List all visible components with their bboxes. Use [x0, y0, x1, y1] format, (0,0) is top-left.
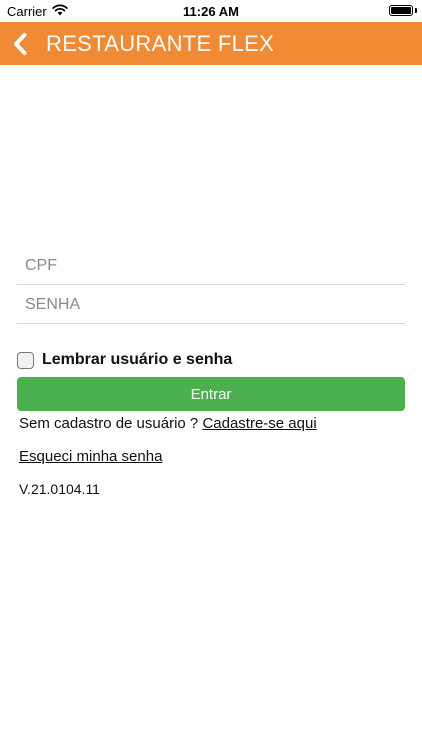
back-button[interactable]	[2, 22, 38, 65]
remember-label[interactable]: Lembrar usuário e senha	[42, 351, 232, 369]
signup-prompt: Sem cadastro de usuário ?	[19, 415, 203, 432]
status-bar: Carrier 11:26 AM	[0, 0, 422, 22]
forgot-password-link[interactable]: Esqueci minha senha	[19, 448, 162, 465]
remember-checkbox[interactable]	[17, 351, 34, 369]
remember-row: Lembrar usuário e senha	[17, 351, 232, 369]
signup-link[interactable]: Cadastre-se aqui	[202, 415, 316, 432]
version-label: V.21.0104.11	[19, 481, 100, 497]
cpf-field	[17, 247, 405, 285]
login-button[interactable]: Entrar	[17, 377, 405, 411]
app-header: RESTAURANTE FLEX	[0, 22, 422, 65]
signup-row: Sem cadastro de usuário ? Cadastre-se aq…	[19, 415, 317, 432]
login-screen: Carrier 11:26 AM RESTAURANTE FLEX Lembra…	[0, 0, 422, 750]
battery-icon	[389, 5, 413, 16]
status-time: 11:26 AM	[183, 4, 239, 19]
senha-input[interactable]	[17, 286, 405, 323]
senha-field	[17, 286, 405, 324]
cpf-input[interactable]	[17, 247, 405, 284]
app-title: RESTAURANTE FLEX	[46, 30, 275, 56]
battery-tip	[415, 8, 417, 13]
chevron-left-icon	[14, 32, 27, 55]
